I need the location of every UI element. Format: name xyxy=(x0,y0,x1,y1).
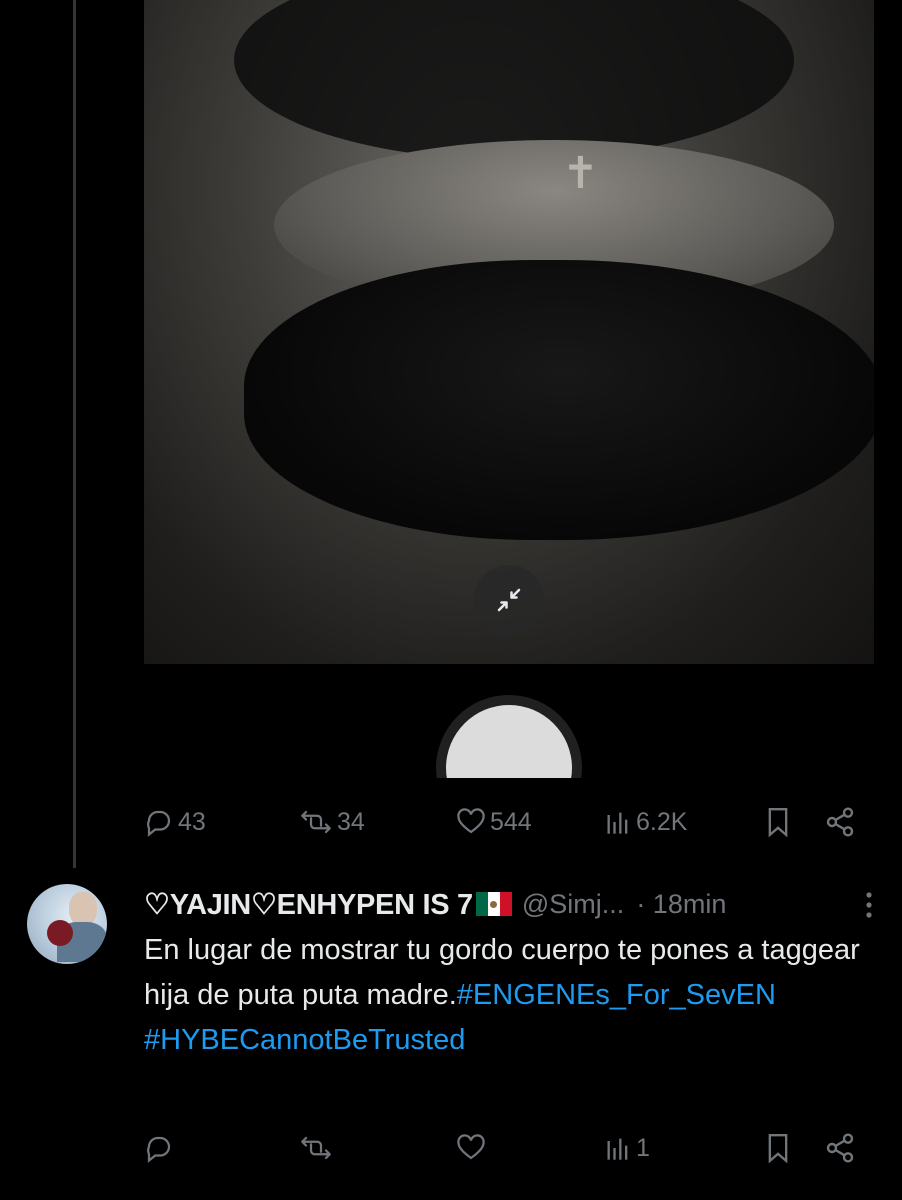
reply-button[interactable]: 43 xyxy=(144,807,206,837)
collapse-media-button[interactable] xyxy=(474,565,544,635)
more-vertical-icon xyxy=(866,892,872,918)
retweet-icon xyxy=(301,810,331,834)
retweet-count: 34 xyxy=(337,807,365,836)
reply-button[interactable] xyxy=(144,1133,178,1163)
tweet-text: En lugar de mostrar tu gordo cuerpo te p… xyxy=(144,928,864,1063)
tweet-action-bar: 43 34 544 6.2K xyxy=(144,802,884,842)
share-button[interactable] xyxy=(824,806,856,838)
user-handle[interactable]: @Simj... xyxy=(522,889,624,920)
views-count: 1 xyxy=(636,1133,650,1162)
timestamp[interactable]: · 18min xyxy=(636,889,726,920)
mexico-flag-icon xyxy=(475,892,512,916)
avatar[interactable] xyxy=(27,884,107,964)
reply-bubble-icon xyxy=(147,810,171,837)
collapse-arrows-icon xyxy=(497,588,521,612)
views-chart-icon xyxy=(607,1138,628,1160)
bookmark-icon xyxy=(768,808,788,838)
views-chart-icon xyxy=(607,812,628,834)
reply-action-bar: 1 xyxy=(144,1128,884,1168)
views-button[interactable]: 1 xyxy=(604,1134,650,1163)
bookmark-icon xyxy=(768,1134,788,1164)
share-icon xyxy=(826,1133,854,1163)
heart-icon xyxy=(457,808,485,834)
reply-header: ♡YAJIN♡ENHYPEN IS 7 @Simj... · 18min xyxy=(144,884,884,924)
like-count: 544 xyxy=(490,807,532,836)
hashtag-link[interactable]: #ENGENEs_For_SevEN xyxy=(457,979,776,1011)
tweet-media-image[interactable]: ✝ xyxy=(144,0,874,664)
thread-connector-line xyxy=(73,0,76,868)
hashtag-link[interactable]: #HYBECannotBeTrusted xyxy=(144,1024,465,1056)
like-button[interactable] xyxy=(456,1133,490,1163)
reply-count: 43 xyxy=(178,807,206,836)
share-button[interactable] xyxy=(824,1132,856,1164)
bookmark-button[interactable] xyxy=(764,806,792,838)
like-button[interactable]: 544 xyxy=(456,807,532,837)
heart-icon xyxy=(457,1134,485,1160)
reply-bubble-icon xyxy=(147,1136,171,1163)
retweet-button[interactable] xyxy=(299,1133,337,1163)
views-button[interactable]: 6.2K xyxy=(604,808,687,837)
more-options-button[interactable] xyxy=(864,890,874,925)
retweet-icon xyxy=(301,1136,331,1160)
views-count: 6.2K xyxy=(636,807,688,836)
bookmark-button[interactable] xyxy=(764,1132,792,1164)
display-name[interactable]: ♡YAJIN♡ENHYPEN IS 7 xyxy=(144,887,473,922)
share-icon xyxy=(826,807,854,837)
retweet-button[interactable]: 34 xyxy=(299,807,365,837)
